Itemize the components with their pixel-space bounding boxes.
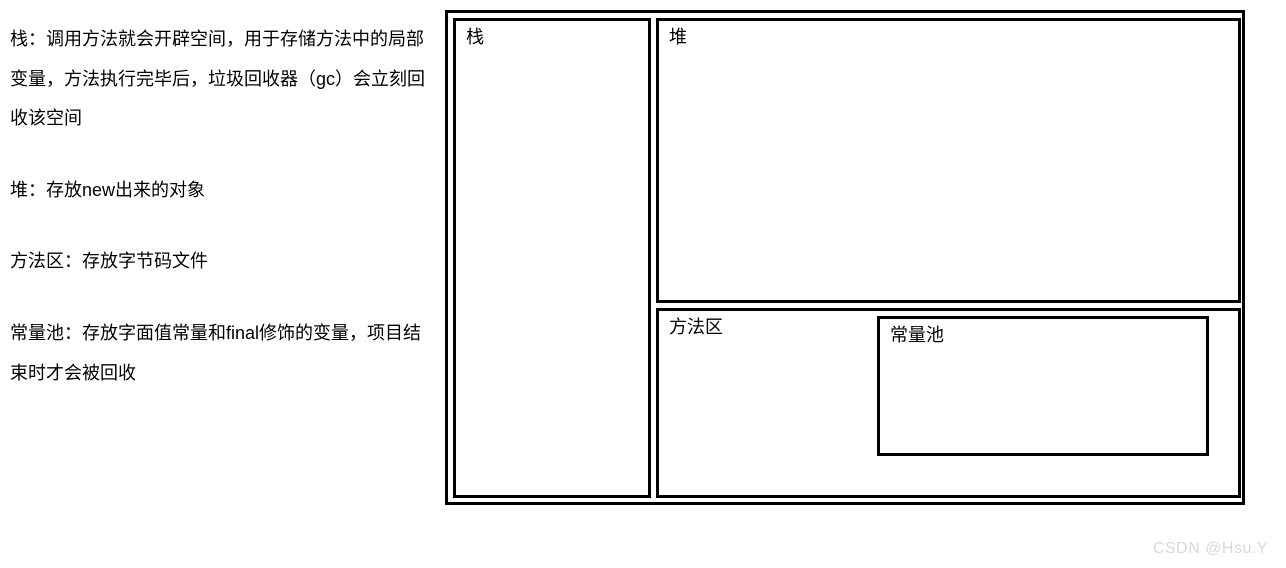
stack-label: 栈 [466,27,484,49]
stack-description: 栈：调用方法就会开辟空间，用于存储方法中的局部变量，方法执行完毕后，垃圾回收器（… [10,20,430,139]
method-area-label: 方法区 [669,317,723,339]
memory-diagram: 栈 堆 方法区 常量池 [445,10,1245,505]
method-area-box: 方法区 常量池 [656,308,1241,498]
constant-pool-label: 常量池 [890,325,944,347]
heap-label: 堆 [669,27,687,49]
page-container: 栈：调用方法就会开辟空间，用于存储方法中的局部变量，方法执行完毕后，垃圾回收器（… [0,0,1286,568]
watermark-text: CSDN @Hsu.Y [1153,540,1268,558]
constant-pool-box: 常量池 [877,316,1209,456]
method-area-description: 方法区：存放字节码文件 [10,242,430,282]
descriptions-panel: 栈：调用方法就会开辟空间，用于存储方法中的局部变量，方法执行完毕后，垃圾回收器（… [0,0,440,568]
heap-box: 堆 [656,18,1241,303]
heap-description: 堆：存放new出来的对象 [10,171,430,211]
stack-box: 栈 [453,18,651,498]
constant-pool-description: 常量池：存放字面值常量和final修饰的变量，项目结束时才会被回收 [10,314,430,393]
